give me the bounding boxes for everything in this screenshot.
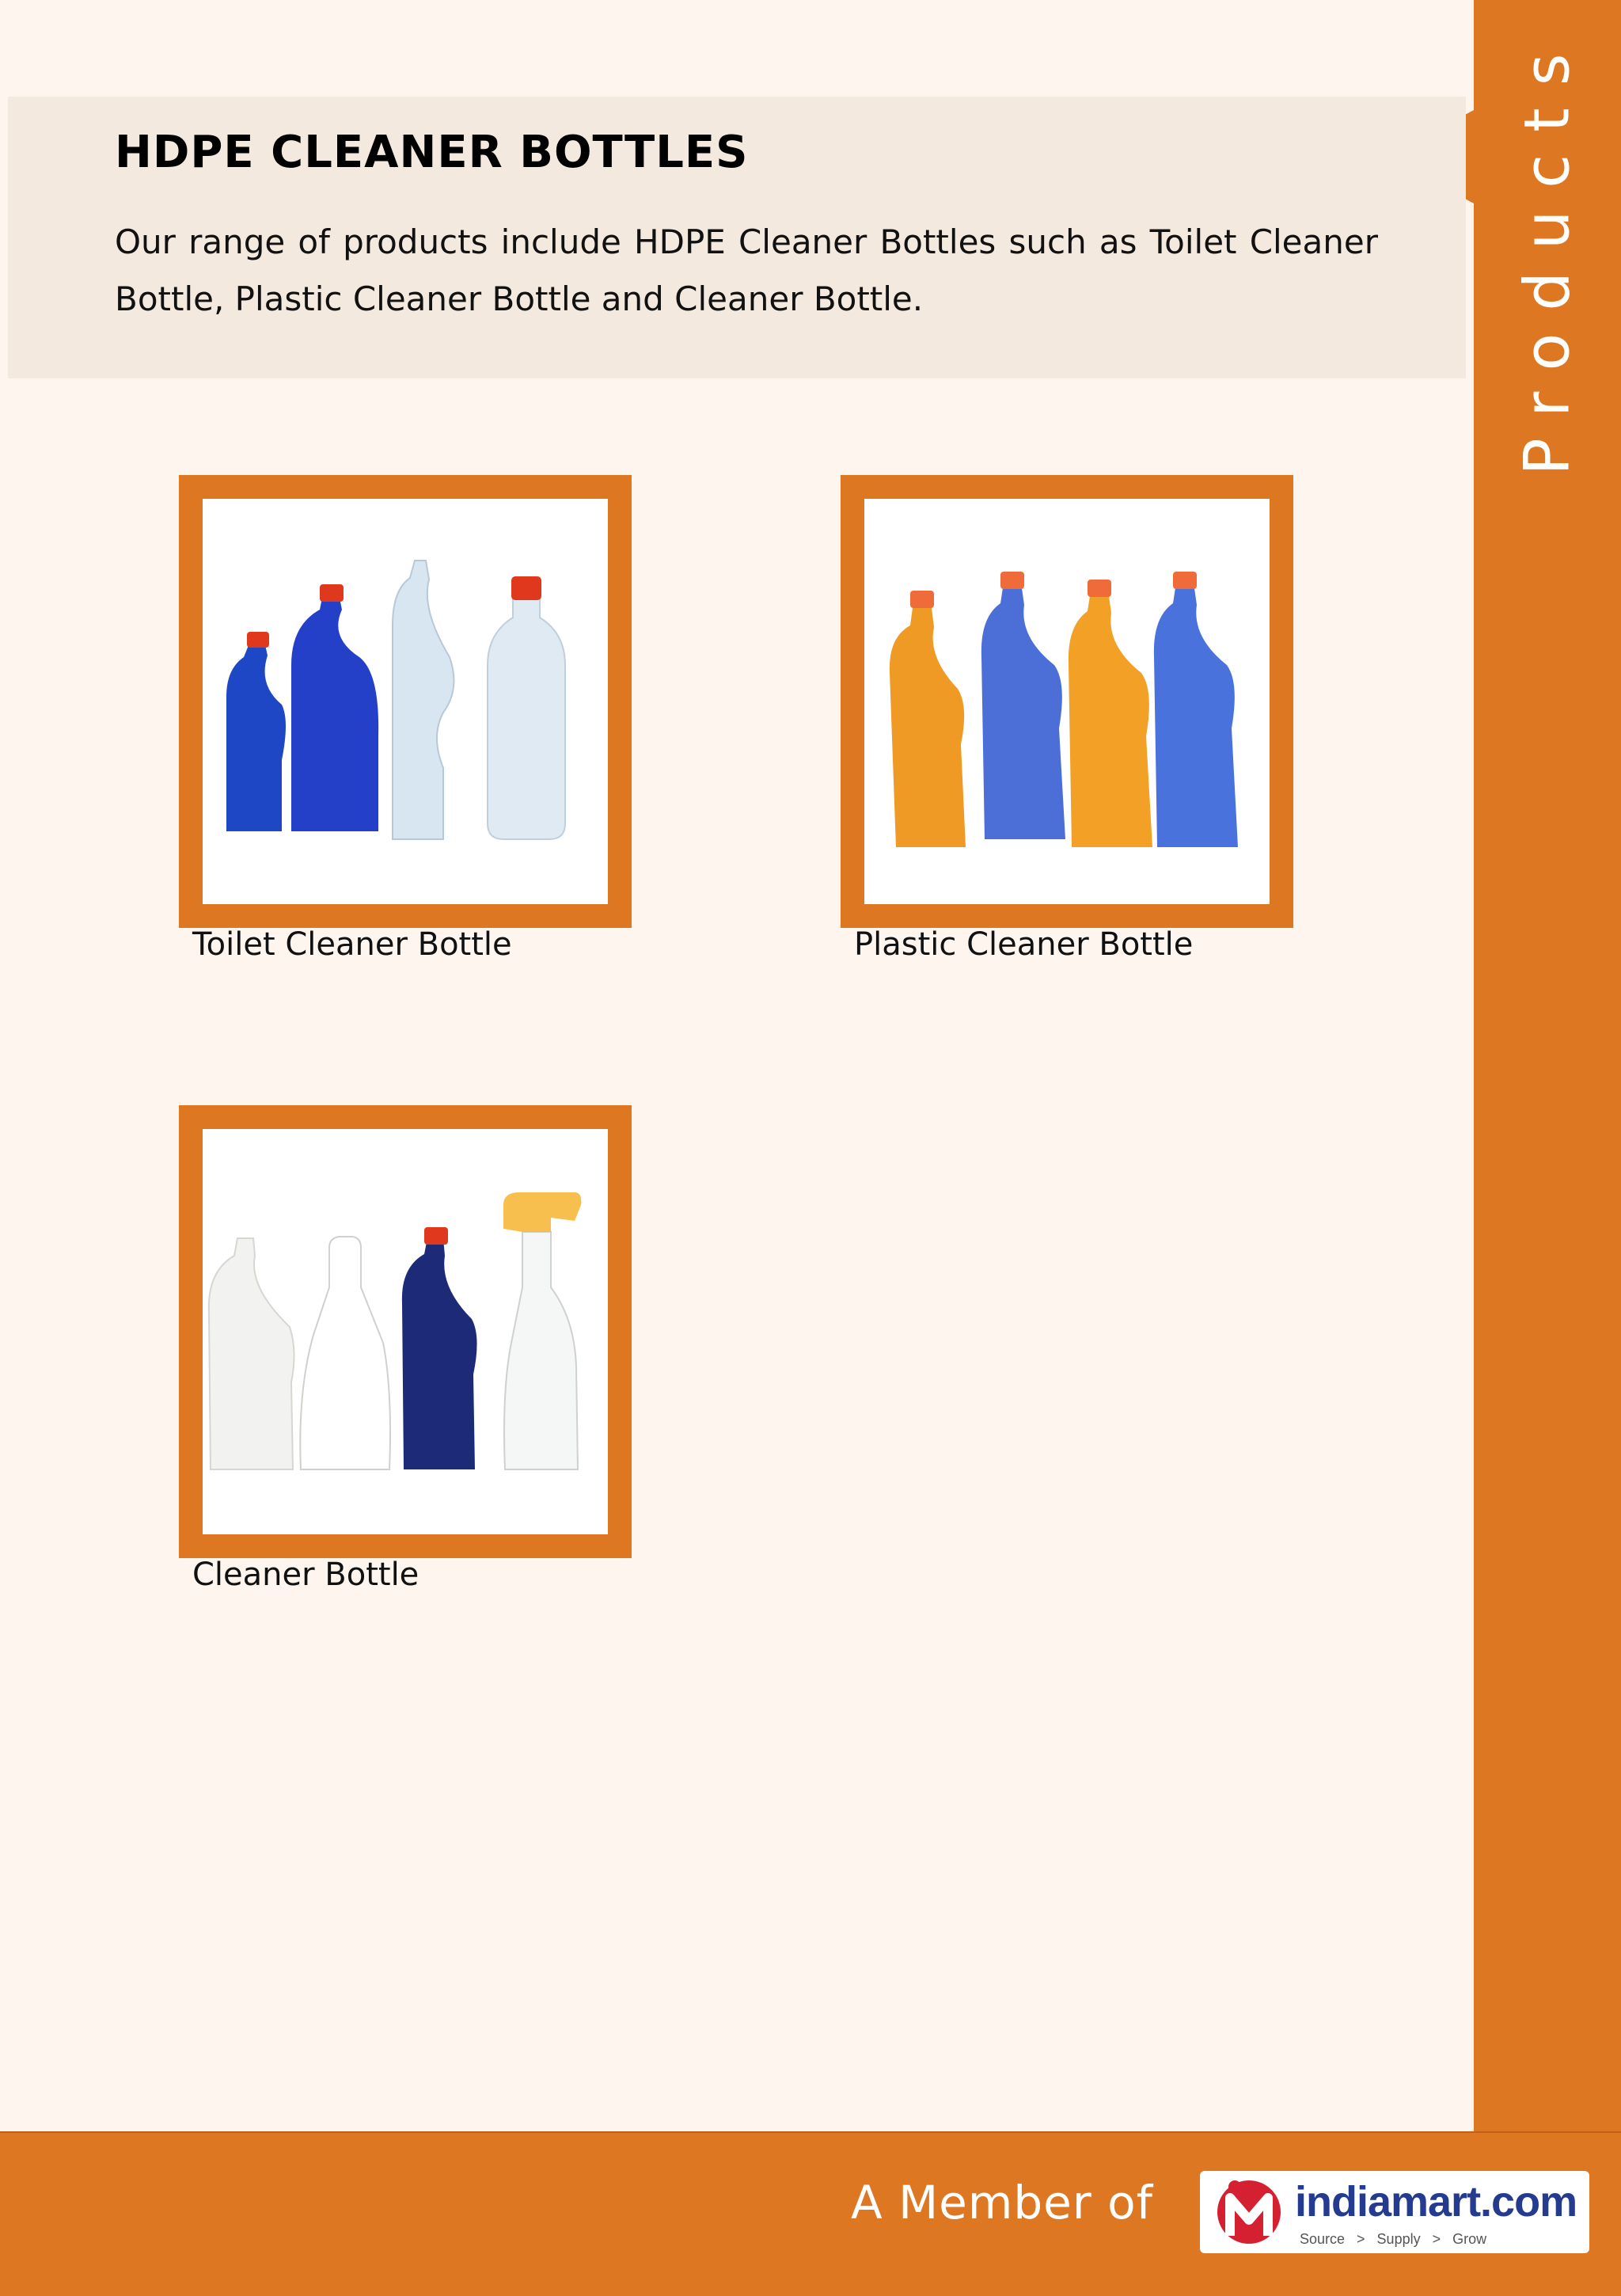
product-image-toilet-cleaner-bottle [203,499,608,904]
bottle-illustration [207,1192,582,1470]
product-card-plastic-cleaner-bottle[interactable] [841,475,1293,928]
member-text: A Member of [851,2176,1154,2229]
product-image-plastic-cleaner-bottle [864,499,1270,904]
product-caption: Plastic Cleaner Bottle [854,926,1194,963]
page-title: HDPE CLEANER BOTTLES [115,127,749,178]
logo-tagline: Source > Supply > Grow [1300,2231,1487,2247]
bottle-illustration [226,560,566,840]
sidebar-label: Products [1474,32,1621,476]
bottle-illustration [889,572,1238,847]
logo-name: indiamart.com [1295,2178,1577,2226]
page-description: Our range of products include HDPE Clean… [115,222,1378,318]
product-caption: Cleaner Bottle [192,1557,419,1593]
product-card-toilet-cleaner-bottle[interactable] [179,475,632,928]
sidebar-label-text: Products [1512,31,1584,476]
product-image-cleaner-bottle [203,1129,608,1534]
indiamart-logo[interactable]: indiamart.com Source > Supply > Grow [1200,2171,1589,2253]
product-caption: Toilet Cleaner Bottle [192,926,512,963]
product-card-cleaner-bottle[interactable] [179,1105,632,1558]
